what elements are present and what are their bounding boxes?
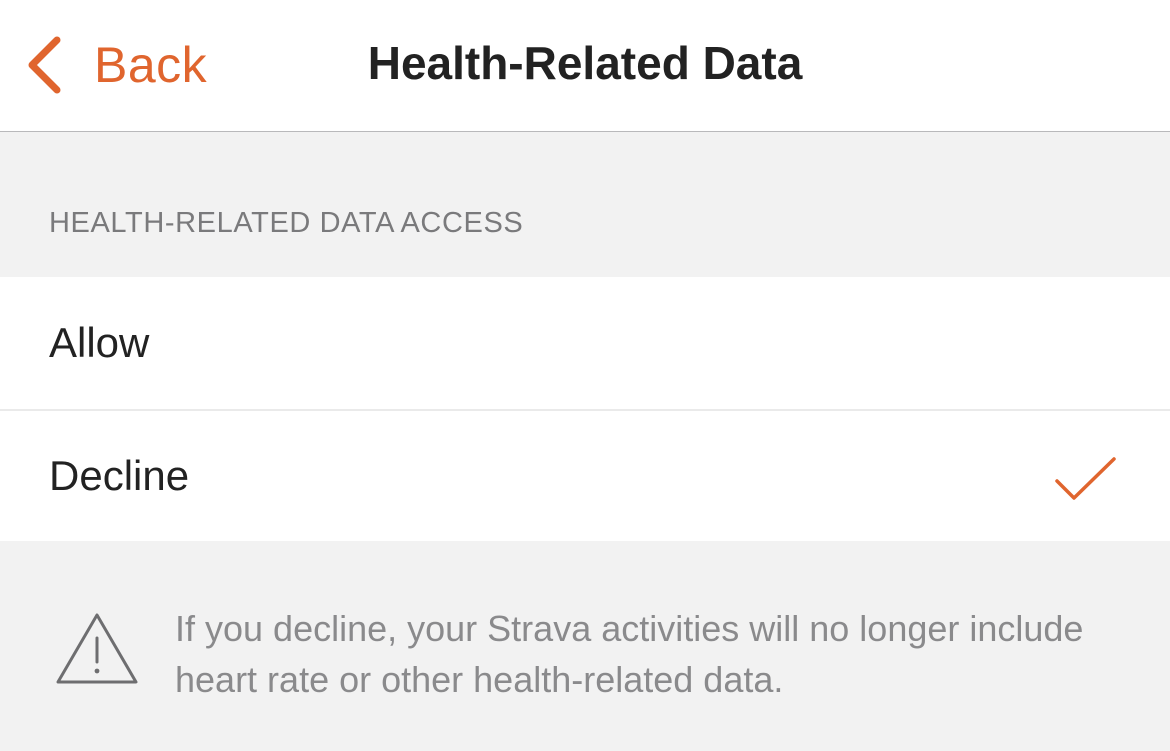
section-header: HEALTH-RELATED DATA ACCESS	[49, 207, 524, 239]
option-label: Allow	[49, 319, 150, 366]
option-allow[interactable]: Allow	[0, 277, 1170, 409]
option-decline[interactable]: Decline	[0, 409, 1170, 541]
health-data-screen: Back Health-Related Data HEALTH-RELATED …	[0, 0, 1170, 751]
page-title: Health-Related Data	[367, 37, 803, 89]
option-label: Decline	[49, 452, 190, 499]
checkmark-icon	[1054, 455, 1118, 508]
options-list: Allow Decline	[0, 277, 1170, 541]
notice-text: If you decline, your Strava activities w…	[175, 608, 1084, 700]
warning-icon	[55, 612, 139, 691]
navigation-bar: Back Health-Related Data	[0, 0, 1170, 132]
